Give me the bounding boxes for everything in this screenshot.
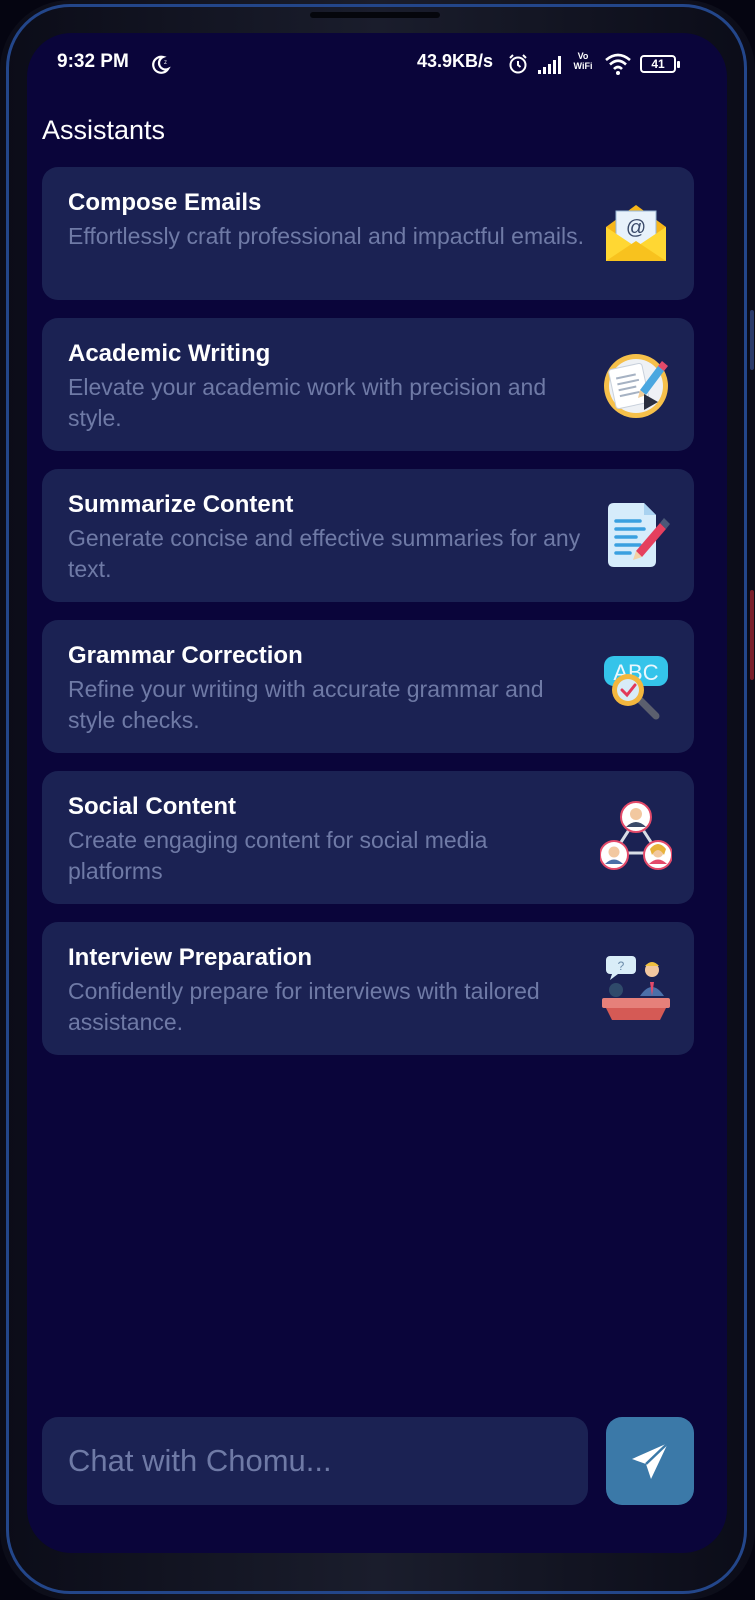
card-description: Refine your writing with accurate gramma… — [68, 676, 544, 733]
card-title: Social Content — [68, 793, 237, 820]
cell-signal-icon — [538, 56, 561, 74]
card-description: Confidently prepare for interviews with … — [68, 978, 540, 1035]
power-button — [750, 590, 754, 680]
svg-text:z: z — [164, 60, 167, 66]
wifi-icon — [605, 53, 631, 75]
chat-input[interactable] — [42, 1417, 588, 1505]
vowifi-top-label: Vo — [577, 51, 589, 61]
svg-text:@: @ — [626, 217, 646, 239]
card-title: Interview Preparation — [68, 944, 313, 971]
assistant-card-summarize-content[interactable]: Summarize Content Generate concise and e… — [42, 469, 694, 602]
send-button[interactable] — [606, 1417, 694, 1505]
email-envelope-icon: @ — [606, 205, 666, 261]
card-description: Create engaging content for social media… — [68, 827, 488, 884]
battery-indicator: 41 — [640, 55, 676, 73]
assistant-card-interview-preparation[interactable]: Interview Preparation Confidently prepar… — [42, 922, 694, 1055]
status-time: 9:32 PM — [57, 51, 129, 72]
speech-bubble-text: ? — [618, 959, 625, 973]
status-bar: 9:32 PM z 43.9KB/s Vo WiFi 41 — [27, 51, 727, 81]
abc-magnifier-icon: ABC — [604, 656, 668, 720]
earpiece-speaker — [310, 12, 440, 18]
assistant-card-compose-emails[interactable]: Compose Emails Effortlessly craft profes… — [42, 167, 694, 300]
section-title: Assistants — [42, 115, 166, 145]
assistant-card-academic-writing[interactable]: Academic Writing Elevate your academic w… — [42, 318, 694, 451]
social-network-icon — [600, 801, 672, 870]
volume-button — [750, 310, 754, 370]
academic-writing-icon — [604, 354, 668, 418]
card-description: Elevate your academic work with precisio… — [68, 374, 547, 431]
assistant-card-social-content[interactable]: Social Content Create engaging content f… — [42, 771, 694, 904]
moon-icon: z — [152, 55, 171, 74]
assistant-list: Compose Emails Effortlessly craft profes… — [42, 167, 694, 1073]
interview-icon: ? — [602, 956, 670, 1020]
card-title: Grammar Correction — [68, 642, 303, 669]
assistant-card-grammar-correction[interactable]: Grammar Correction Refine your writing w… — [42, 620, 694, 753]
battery-tip — [677, 61, 680, 68]
card-title: Summarize Content — [68, 491, 294, 518]
vowifi-bottom-label: WiFi — [573, 61, 593, 71]
phone-frame: 9:32 PM z 43.9KB/s Vo WiFi 41 Assistants… — [0, 0, 755, 1600]
vowifi-indicator: Vo WiFi — [570, 51, 596, 71]
send-icon — [632, 1442, 669, 1479]
network-speed: 43.9KB/s — [417, 51, 494, 71]
card-title: Compose Emails — [68, 189, 262, 216]
alarm-clock-icon — [509, 54, 527, 74]
card-description: Generate concise and effective summaries… — [68, 525, 581, 582]
card-title: Academic Writing — [68, 340, 271, 367]
document-pen-icon — [608, 503, 670, 567]
app-screen: 9:32 PM z 43.9KB/s Vo WiFi 41 Assistants… — [27, 33, 727, 1553]
card-description: Effortlessly craft professional and impa… — [68, 223, 585, 249]
